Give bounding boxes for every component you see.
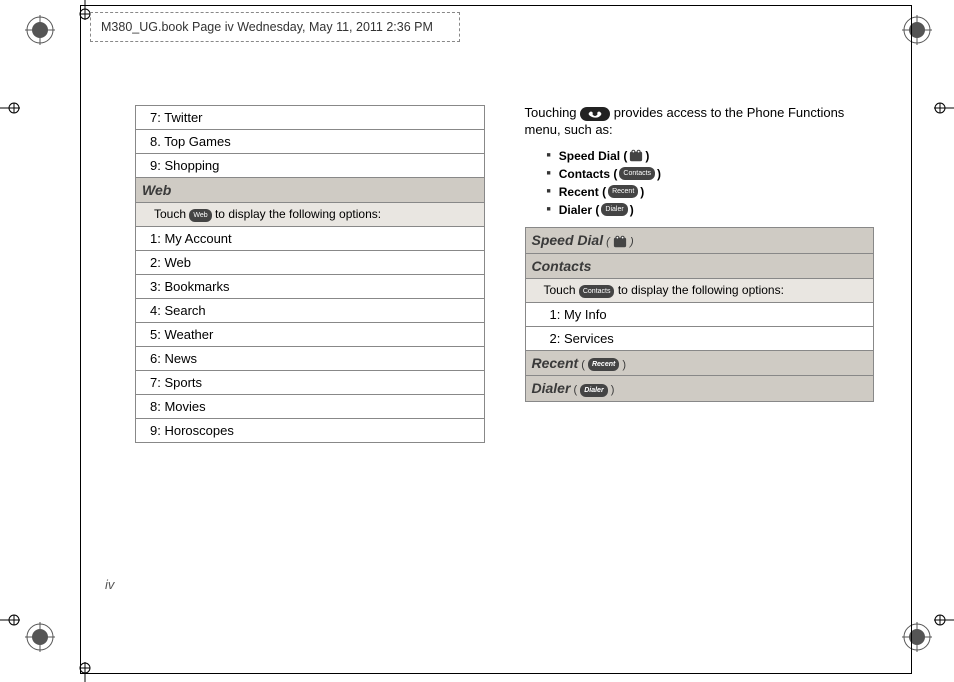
- contacts-pill-icon: Contacts: [579, 285, 615, 298]
- dialer-pill-icon: Dialer: [580, 384, 607, 397]
- section-header: Dialer ( Dialer ): [525, 376, 874, 402]
- bullet-item: Recent (Recent): [547, 185, 875, 199]
- section-subtext: Touch Web to display the following optio…: [136, 203, 485, 227]
- recent-pill-icon: Recent: [608, 185, 638, 198]
- bullet-item: Speed Dial (): [547, 149, 875, 163]
- web-pill-icon: Web: [189, 209, 211, 222]
- page-content: 7: Twitter8. Top Games9: ShoppingWebTouc…: [135, 105, 874, 443]
- section-header: Web: [136, 178, 485, 203]
- crop-mark-icon: [934, 610, 954, 630]
- section-header: Recent ( Recent ): [525, 350, 874, 376]
- right-column: Touching provides access to the Phone Fu…: [525, 105, 875, 443]
- bullet-list: Speed Dial () Contacts (Contacts) Recent (…: [547, 149, 875, 217]
- section-header: Speed Dial ( ): [525, 227, 874, 253]
- contacts-pill-icon: Contacts: [619, 167, 655, 180]
- list-item: 1: My Info: [525, 302, 874, 326]
- right-table: Speed Dial ( )ContactsTouch Contacts to …: [525, 227, 875, 402]
- list-item: 3: Bookmarks: [136, 275, 485, 299]
- page-number: iv: [105, 577, 114, 592]
- intro-prefix: Touching: [525, 105, 581, 120]
- list-item: 9: Shopping: [136, 154, 485, 178]
- registration-mark-icon: [25, 622, 55, 652]
- dialer-pill-icon: Dialer: [601, 203, 627, 216]
- list-item: 7: Twitter: [136, 106, 485, 130]
- list-item: 5: Weather: [136, 323, 485, 347]
- phone-key-icon: [580, 107, 610, 121]
- crop-mark-icon: [0, 610, 20, 630]
- crop-mark-icon: [934, 98, 954, 118]
- list-item: 9: Horoscopes: [136, 419, 485, 443]
- left-table: 7: Twitter8. Top Games9: ShoppingWebTouc…: [135, 105, 485, 443]
- header-note: M380_UG.book Page iv Wednesday, May 11, …: [90, 12, 460, 42]
- list-item: 2: Services: [525, 326, 874, 350]
- intro-text: Touching provides access to the Phone Fu…: [525, 105, 875, 139]
- section-header: Contacts: [525, 253, 874, 278]
- list-item: 7: Sports: [136, 371, 485, 395]
- left-column: 7: Twitter8. Top Games9: ShoppingWebTouc…: [135, 105, 485, 443]
- bullet-item: Dialer (Dialer): [547, 203, 875, 217]
- crop-mark-icon: [0, 98, 20, 118]
- list-item: 2: Web: [136, 251, 485, 275]
- recent-pill-icon: Recent: [588, 358, 619, 371]
- bullet-item: Contacts (Contacts): [547, 167, 875, 181]
- section-subtext: Touch Contacts to display the following …: [525, 278, 874, 302]
- list-item: 1: My Account: [136, 227, 485, 251]
- registration-mark-icon: [25, 15, 55, 45]
- list-item: 4: Search: [136, 299, 485, 323]
- list-item: 8. Top Games: [136, 130, 485, 154]
- list-item: 8: Movies: [136, 395, 485, 419]
- list-item: 6: News: [136, 347, 485, 371]
